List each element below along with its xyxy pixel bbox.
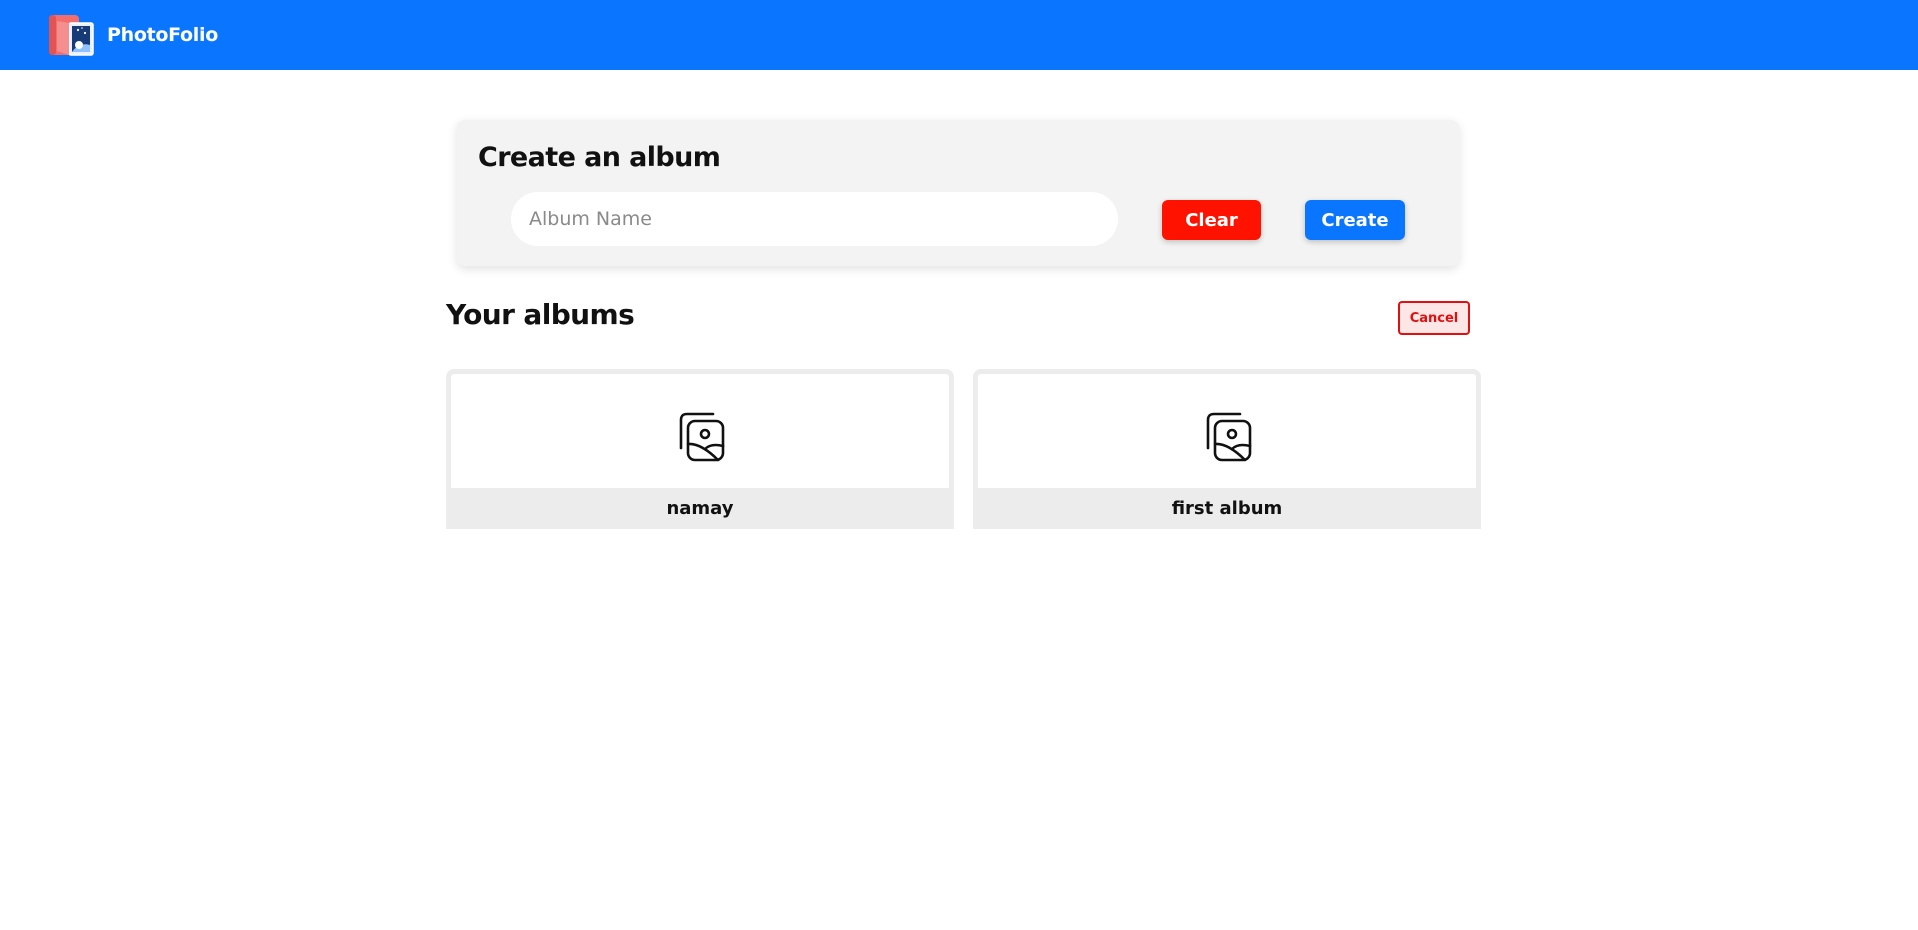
image-gallery-icon — [679, 412, 725, 462]
create-album-title: Create an album — [478, 142, 721, 173]
photo-album-icon — [49, 15, 94, 56]
albums-section-title: Your albums — [446, 298, 635, 331]
album-card[interactable]: namay — [446, 369, 954, 529]
clear-button[interactable]: Clear — [1162, 200, 1261, 240]
create-button[interactable]: Create — [1305, 200, 1405, 240]
brand-link[interactable]: PhotoFolio — [46, 9, 218, 61]
album-name-input[interactable] — [511, 192, 1118, 246]
album-name: first album — [973, 488, 1481, 529]
album-card[interactable]: first album — [973, 369, 1481, 529]
image-gallery-icon — [1206, 412, 1252, 462]
album-name: namay — [446, 488, 954, 529]
create-album-form: Create an album Clear Create — [457, 120, 1459, 266]
brand-name: PhotoFolio — [107, 24, 218, 46]
cancel-button[interactable]: Cancel — [1398, 301, 1470, 335]
navbar: PhotoFolio — [0, 0, 1918, 70]
